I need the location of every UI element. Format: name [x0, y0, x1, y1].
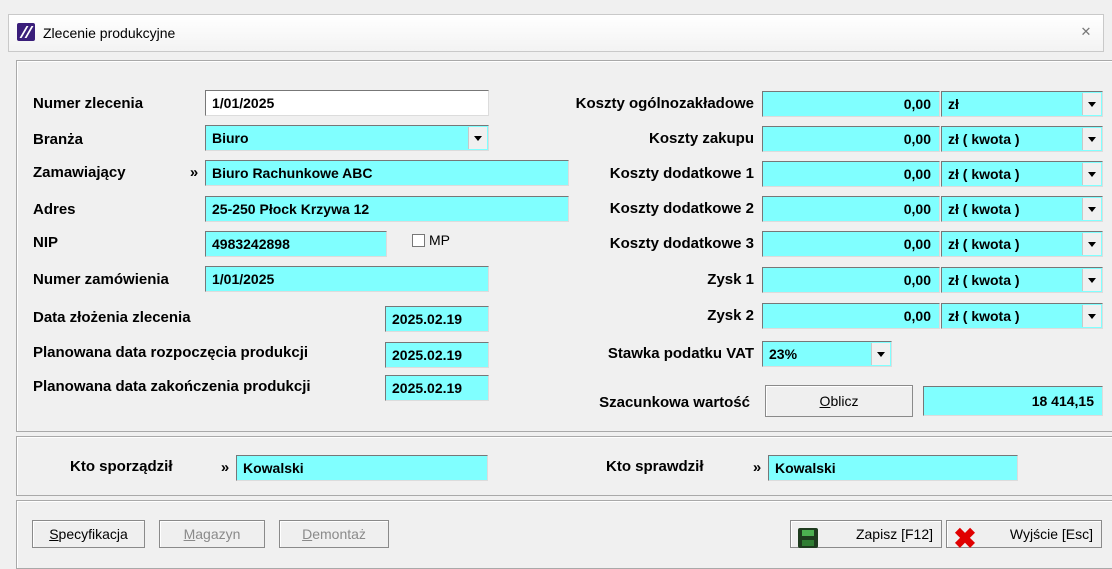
- koszt-unit-value: zł: [948, 96, 959, 112]
- chevron-down-icon[interactable]: [1082, 305, 1101, 327]
- sprawdzil-picker-button[interactable]: »: [746, 455, 768, 481]
- vat-value: 23%: [769, 346, 798, 362]
- mp-label: MP: [429, 232, 450, 248]
- nip-field[interactable]: 4983242898: [205, 231, 387, 257]
- data-zlozenia-label: Data złożenia zlecenia: [33, 309, 191, 326]
- koszt-unit-select[interactable]: zł ( kwota ): [941, 267, 1103, 293]
- koszt-value-field[interactable]: 0,00: [762, 231, 940, 257]
- data-rozpoczecia-label: Planowana data rozpoczęcia produkcji: [33, 344, 309, 361]
- sprawdzil-field[interactable]: Kowalski: [768, 455, 1018, 481]
- koszt-unit-value: zł ( kwota ): [948, 131, 1020, 147]
- chevron-down-icon[interactable]: [871, 343, 890, 365]
- koszt-unit-select[interactable]: zł ( kwota ): [941, 126, 1103, 152]
- floppy-disk-icon: [798, 528, 818, 548]
- koszt-unit-select[interactable]: zł ( kwota ): [941, 303, 1103, 329]
- koszt-label: Koszty dodatkowe 1: [609, 165, 754, 182]
- data-zakonczenia-label: Planowana data zakończenia produkcji: [33, 378, 311, 395]
- specyfikacja-button[interactable]: Specyfikacja: [32, 520, 145, 548]
- mp-checkbox[interactable]: [412, 234, 425, 247]
- vat-select[interactable]: 23%: [762, 341, 892, 367]
- chevron-down-icon[interactable]: [1082, 233, 1101, 255]
- koszt-label: Koszty dodatkowe 3: [609, 235, 754, 252]
- wyjscie-label: Wyjście [Esc]: [1009, 526, 1093, 542]
- koszt-unit-value: zł ( kwota ): [948, 201, 1020, 217]
- nip-label: NIP: [33, 234, 59, 251]
- demontaz-hotkey: D: [302, 526, 313, 542]
- data-zakonczenia-field[interactable]: 2025.02.19: [385, 375, 489, 401]
- chevron-down-icon[interactable]: [1082, 128, 1101, 150]
- sporzadzil-field[interactable]: Kowalski: [236, 455, 488, 481]
- demontaz-rest: emontaż: [312, 526, 366, 542]
- koszt-value-field[interactable]: 0,00: [762, 303, 940, 329]
- specyfikacja-hotkey: S: [49, 526, 59, 542]
- koszt-unit-select[interactable]: zł ( kwota ): [941, 161, 1103, 187]
- oblicz-hotkey: O: [819, 393, 831, 409]
- chevron-down-icon[interactable]: [1082, 93, 1101, 115]
- window-title: Zlecenie produkcyjne: [43, 25, 176, 41]
- magazyn-hotkey: M: [183, 526, 196, 542]
- app-logo-icon: [17, 23, 35, 41]
- koszt-unit-select[interactable]: zł ( kwota ): [941, 196, 1103, 222]
- chevron-down-icon[interactable]: [468, 127, 487, 149]
- koszt-unit-value: zł ( kwota ): [948, 166, 1020, 182]
- koszt-value-field[interactable]: 0,00: [762, 126, 940, 152]
- szacunkowa-wartosc-field: 18 414,15: [923, 386, 1103, 416]
- magazyn-rest: agazyn: [195, 526, 241, 542]
- numer-zlecenia-label: Numer zlecenia: [33, 95, 144, 112]
- sporzadzil-label: Kto sporządził: [70, 458, 173, 475]
- koszt-label: Zysk 1: [707, 271, 754, 288]
- koszt-label: Koszty zakupu: [648, 130, 754, 147]
- data-zlozenia-field[interactable]: 2025.02.19: [385, 306, 489, 332]
- szacunkowa-label: Szacunkowa wartość: [599, 394, 750, 411]
- koszt-unit-select[interactable]: zł: [941, 91, 1103, 117]
- koszt-label: Zysk 2: [707, 307, 754, 324]
- koszt-value-field[interactable]: 0,00: [762, 196, 940, 222]
- adres-label: Adres: [33, 201, 76, 218]
- koszt-unit-value: zł ( kwota ): [948, 236, 1020, 252]
- branza-select[interactable]: Biuro: [205, 125, 489, 151]
- koszt-unit-value: zł ( kwota ): [948, 308, 1020, 324]
- branza-label: Branża: [33, 131, 84, 148]
- vat-label: Stawka podatku VAT: [607, 345, 754, 362]
- chevron-down-icon[interactable]: [1082, 269, 1101, 291]
- red-x-icon: ✖: [953, 523, 977, 554]
- close-icon[interactable]: ✕: [1075, 22, 1097, 42]
- chevron-down-icon[interactable]: [1082, 163, 1101, 185]
- zamawiajacy-picker-button[interactable]: »: [183, 160, 205, 186]
- branza-value: Biuro: [212, 130, 249, 146]
- koszt-unit-value: zł ( kwota ): [948, 272, 1020, 288]
- numer-zamowienia-label: Numer zamówienia: [33, 271, 169, 288]
- zamawiajacy-label: Zamawiający: [33, 164, 126, 181]
- demontaz-button[interactable]: Demontaż: [279, 520, 389, 548]
- numer-zamowienia-field[interactable]: 1/01/2025: [205, 266, 489, 292]
- oblicz-button[interactable]: Oblicz: [765, 385, 913, 417]
- koszt-value-field[interactable]: 0,00: [762, 267, 940, 293]
- numer-zlecenia-input[interactable]: 1/01/2025: [205, 90, 489, 116]
- sprawdzil-label: Kto sprawdził: [606, 458, 704, 475]
- koszt-label: Koszty ogólnozakładowe: [575, 95, 754, 112]
- data-rozpoczecia-field[interactable]: 2025.02.19: [385, 342, 489, 368]
- oblicz-rest: blicz: [830, 393, 859, 409]
- specyfikacja-rest: pecyfikacja: [58, 526, 128, 542]
- koszt-value-field[interactable]: 0,00: [762, 161, 940, 187]
- magazyn-button[interactable]: Magazyn: [159, 520, 265, 548]
- koszt-label: Koszty dodatkowe 2: [609, 200, 754, 217]
- koszt-unit-select[interactable]: zł ( kwota ): [941, 231, 1103, 257]
- sporzadzil-picker-button[interactable]: »: [214, 455, 236, 481]
- koszt-value-field[interactable]: 0,00: [762, 91, 940, 117]
- window-titlebar: Zlecenie produkcyjne ✕: [8, 14, 1104, 52]
- chevron-down-icon[interactable]: [1082, 198, 1101, 220]
- zapisz-label: Zapisz [F12]: [855, 526, 933, 542]
